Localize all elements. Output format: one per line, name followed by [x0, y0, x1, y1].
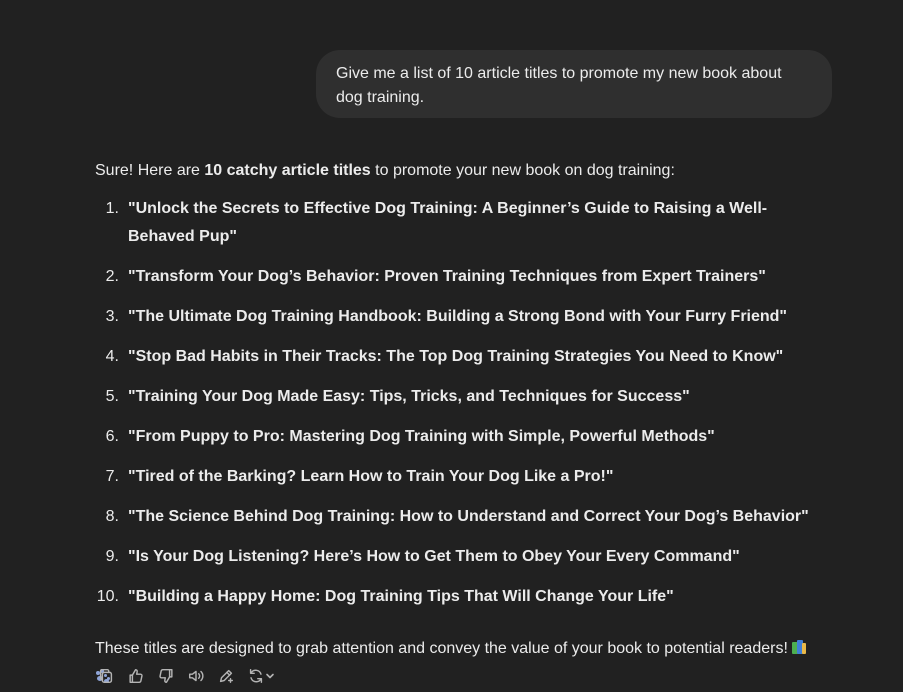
- copy-icon: [99, 668, 113, 684]
- message-action-bar: [96, 664, 286, 688]
- list-item-text: "The Ultimate Dog Training Handbook: Bui…: [128, 308, 788, 325]
- regenerate-icon: [249, 668, 263, 684]
- list-item-number: 5.: [105, 388, 119, 405]
- chat-page: Give me a list of 10 article titles to p…: [0, 0, 903, 692]
- thumbs-down-icon: [159, 668, 173, 684]
- outro-text: These titles are designed to grab attent…: [95, 640, 793, 657]
- read-aloud-button[interactable]: [186, 666, 206, 686]
- list-item: 10. "Building a Happy Home: Dog Training …: [95, 583, 833, 611]
- edit-canvas-icon: [219, 669, 234, 684]
- good-response-button[interactable]: [126, 666, 146, 686]
- list-item-text: "The Science Behind Dog Training: How to…: [128, 508, 809, 525]
- list-item-number: 6.: [105, 428, 119, 445]
- list-item-number: 4.: [105, 348, 119, 365]
- list-item-number: 9.: [105, 548, 119, 565]
- read-aloud-icon: [188, 670, 204, 682]
- list-item-text: "Unlock the Secrets to Effective Dog Tra…: [128, 200, 768, 245]
- list-item-number: 8.: [105, 508, 119, 525]
- copy-button[interactable]: [96, 666, 116, 686]
- intro-prefix: Sure! Here are: [95, 162, 205, 179]
- list-item-text: "Transform Your Dog’s Behavior: Proven T…: [128, 268, 766, 285]
- list-item-number: 10.: [96, 588, 119, 605]
- list-item-text: "Training Your Dog Made Easy: Tips, Tric…: [128, 388, 690, 405]
- list-item-text: "Stop Bad Habits in Their Tracks: The To…: [128, 348, 784, 365]
- list-item: 7. "Tired of the Barking? Learn How to Tr…: [95, 463, 833, 491]
- user-message-bubble: Give me a list of 10 article titles to p…: [316, 50, 832, 118]
- list-item-text: "Is Your Dog Listening? Here’s How to Ge…: [128, 548, 740, 565]
- list-item-number: 3.: [105, 308, 119, 325]
- list-item: 9. "Is Your Dog Listening? Here’s How to …: [95, 543, 833, 571]
- list-item: 6. "From Puppy to Pro: Mastering Dog Trai…: [95, 423, 833, 451]
- user-message-text: Give me a list of 10 article titles to p…: [336, 65, 782, 106]
- list-item-text: "Tired of the Barking? Learn How to Trai…: [128, 468, 614, 485]
- books-emoji-icon: [792, 640, 807, 654]
- bad-response-button[interactable]: [156, 666, 176, 686]
- intro-suffix: to promote your new book on dog training…: [370, 162, 675, 179]
- list-item-text: "Building a Happy Home: Dog Training Tip…: [128, 588, 674, 605]
- list-item-number: 1.: [105, 200, 119, 217]
- chevron-down-icon: [266, 673, 274, 679]
- list-item: 2. "Transform Your Dog’s Behavior: Proven…: [95, 263, 833, 291]
- list-item-text: "From Puppy to Pro: Mastering Dog Traini…: [128, 428, 715, 445]
- list-item: 5. "Training Your Dog Made Easy: Tips, Tr…: [95, 383, 833, 411]
- assistant-message: Sure! Here are 10 catchy article titles …: [95, 159, 835, 691]
- list-item: 8. "The Science Behind Dog Training: How …: [95, 503, 833, 531]
- thumbs-up-icon: [129, 668, 143, 684]
- article-title-list: 1. "Unlock the Secrets to Effective Dog T…: [95, 195, 835, 611]
- assistant-intro: Sure! Here are 10 catchy article titles …: [95, 159, 835, 183]
- list-item-number: 2.: [105, 268, 119, 285]
- list-item: 4. "Stop Bad Habits in Their Tracks: The …: [95, 343, 833, 371]
- intro-bold: 10 catchy article titles: [204, 162, 371, 179]
- list-item-number: 7.: [105, 468, 119, 485]
- regenerate-button[interactable]: [246, 666, 276, 686]
- list-item: 1. "Unlock the Secrets to Effective Dog T…: [95, 195, 833, 251]
- list-item: 3. "The Ultimate Dog Training Handbook: B…: [95, 303, 833, 331]
- edit-in-canvas-button[interactable]: [216, 666, 236, 686]
